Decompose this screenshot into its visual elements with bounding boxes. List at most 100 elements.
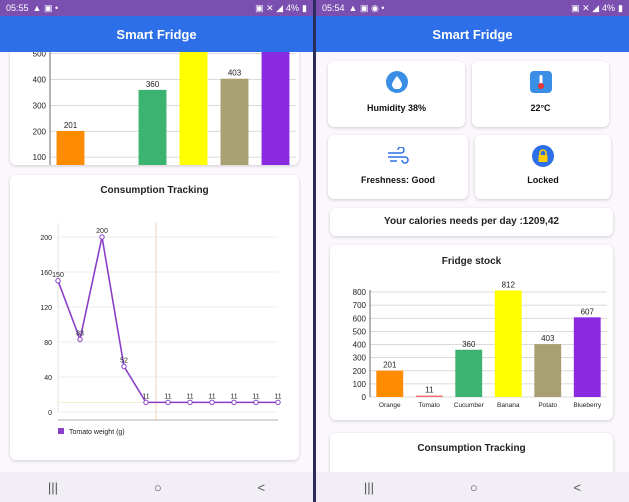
bar-value-label: 201 <box>383 361 397 370</box>
data-point <box>99 234 105 240</box>
bar-value-label: 403 <box>541 334 555 343</box>
home-button[interactable]: ○ <box>154 480 162 495</box>
data-label: 11 <box>142 393 149 400</box>
left-phone-screen: 05:55 ▲ ▣ • ▣ ✕ ◢ 4% ▮ Smart Fridge 0 100… <box>0 0 313 502</box>
app-title: Smart Fridge <box>432 26 513 42</box>
data-label: 11 <box>274 393 281 400</box>
y-tick-label: 160 <box>40 270 52 277</box>
data-label: 11 <box>252 393 259 400</box>
x-tick-label: Tomato <box>419 402 441 409</box>
fridge-stock-card: Fridge stock 0 100 200 300 400 500 600 700 800 20… <box>330 245 613 420</box>
temperature-label: 22°C <box>530 103 551 113</box>
padlock-icon <box>532 145 554 167</box>
fridge-stock-card: 0100200300400500600700800201Orange11Toma… <box>10 52 299 195</box>
data-point <box>165 399 171 406</box>
bar-value-label: 201 <box>64 121 78 130</box>
data-point <box>121 363 127 370</box>
y-tick-label: 0 <box>48 410 52 417</box>
notification-icons: ▲ ▣ • <box>32 2 59 13</box>
data-point <box>77 336 83 343</box>
y-tick-label: 40 <box>44 375 52 382</box>
battery-icon: ▮ <box>302 2 307 13</box>
calories-text: Your calories needs per day :1209,42 <box>384 216 559 227</box>
humidity-label: Humidity 38% <box>366 103 426 113</box>
y-tick-label: 500 <box>353 327 367 336</box>
bar <box>220 78 249 183</box>
fridge-stock-chart: 0100200300400500600700800201Orange11Toma… <box>353 280 607 409</box>
scroll-content[interactable]: Humidity 38% 22°C Freshness: Good Locked… <box>316 52 629 472</box>
data-point <box>143 399 149 406</box>
legend-label: Tomato weight (g) <box>69 429 125 436</box>
temperature-tile[interactable]: 22°C <box>472 61 609 127</box>
fridge-stock-chart: 0100200300400500600700800201Orange11Toma… <box>33 52 296 195</box>
right-phone-screen: 05:54 ▲ ▣ ◉ • ▣ ✕ ◢ 4% ▮ Smart Fridge Hu… <box>316 0 629 502</box>
y-tick-label: 300 <box>33 101 47 110</box>
y-tick-label: 600 <box>353 314 367 323</box>
app-bar: Smart Fridge <box>316 16 629 52</box>
recents-button[interactable]: ||| <box>364 480 374 495</box>
legend-swatch <box>58 428 64 434</box>
bar <box>534 344 562 397</box>
x-tick-label: Blueberry <box>573 402 602 409</box>
bar <box>179 52 208 183</box>
bar <box>494 290 522 397</box>
data-label: 11 <box>230 393 237 400</box>
data-point <box>253 399 259 406</box>
y-tick-label: 200 <box>353 367 367 376</box>
humidity-tile[interactable]: Humidity 38% <box>328 61 465 127</box>
status-time: 05:55 <box>6 3 29 13</box>
calories-card: Your calories needs per day :1209,42 <box>330 208 613 236</box>
bar <box>415 395 443 397</box>
x-tick-label: Orange <box>379 402 401 409</box>
bar <box>376 370 404 397</box>
freshness-label: Freshness: Good <box>360 175 435 185</box>
bar <box>56 130 85 183</box>
y-tick-label: 500 <box>33 52 47 59</box>
bar-value-label: 607 <box>581 307 595 316</box>
back-button[interactable]: < <box>257 480 265 495</box>
x-tick-label: Banana <box>497 402 520 409</box>
y-tick-label: 700 <box>353 301 367 310</box>
lock-tile[interactable]: Locked <box>475 135 611 199</box>
bar-value-label: 360 <box>146 80 160 89</box>
notification-icons: ▲ ▣ ◉ • <box>348 2 385 13</box>
recents-button[interactable]: ||| <box>48 480 58 495</box>
fridge-stock-title: Fridge stock <box>441 256 502 267</box>
consumption-title: Consumption Tracking <box>100 185 209 196</box>
signal-icons: ▣ ✕ ◢ <box>571 2 600 13</box>
bar <box>138 89 167 183</box>
data-point <box>231 399 237 406</box>
x-tick-label: Potato <box>538 402 557 409</box>
nav-bar: ||| ○ < <box>316 472 629 502</box>
status-time: 05:54 <box>322 3 345 13</box>
back-button[interactable]: < <box>573 480 581 495</box>
series-line <box>57 236 278 404</box>
data-label: 52 <box>120 358 128 365</box>
battery-text: 4% <box>602 3 616 13</box>
consumption-card: Consumption Tracking <box>330 433 613 472</box>
data-label: 150 <box>52 272 64 279</box>
consumption-card: Consumption Tracking 0 40 80 120 160 200 150 83… <box>10 175 299 460</box>
water-drop-icon <box>385 71 408 93</box>
consumption-chart: 0 40 80 120 160 200 150 83 200 52 11 11 11 11 11 11 11 To… <box>40 223 282 436</box>
y-tick-label: 100 <box>33 153 47 162</box>
data-label: 11 <box>208 393 215 400</box>
home-button[interactable]: ○ <box>470 480 478 495</box>
bar-value-label: 403 <box>228 69 242 78</box>
y-tick-label: 800 <box>353 288 367 297</box>
freshness-tile[interactable]: Freshness: Good <box>328 135 468 199</box>
y-tick-label: 300 <box>353 354 367 363</box>
y-tick-label: 200 <box>40 235 52 242</box>
y-tick-label: 0 <box>362 393 367 402</box>
nav-bar: ||| ○ < <box>0 472 313 502</box>
data-label: 11 <box>164 393 171 400</box>
y-tick-label: 80 <box>44 340 52 347</box>
status-bar: 05:54 ▲ ▣ ◉ • ▣ ✕ ◢ 4% ▮ <box>316 0 629 16</box>
scroll-content[interactable]: 0100200300400500600700800201Orange11Toma… <box>0 52 313 472</box>
battery-icon: ▮ <box>618 2 623 13</box>
data-label: 83 <box>76 330 84 337</box>
bar <box>573 317 601 397</box>
lock-label: Locked <box>527 175 559 185</box>
y-tick-label: 100 <box>353 380 367 389</box>
thermometer-icon <box>529 71 552 93</box>
